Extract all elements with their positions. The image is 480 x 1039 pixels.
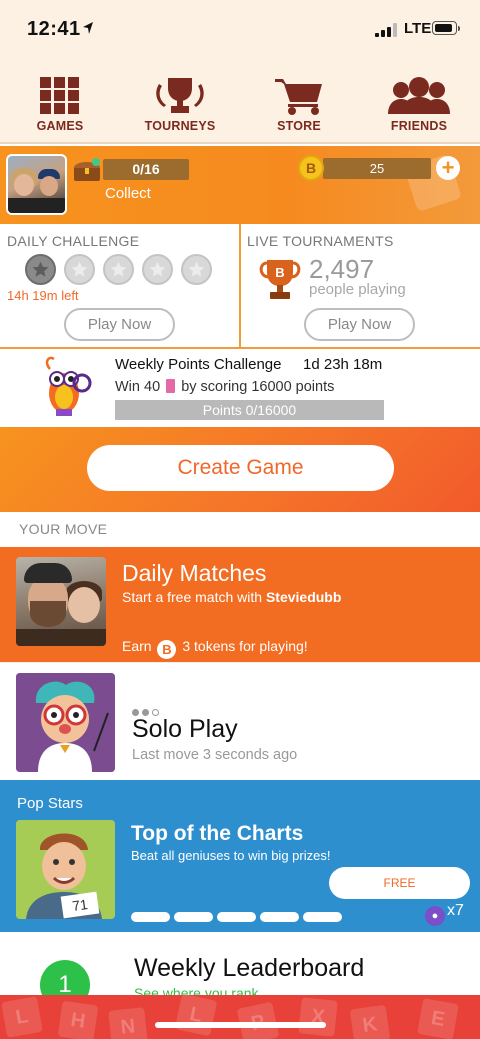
token-count: 25 bbox=[323, 158, 431, 179]
nav-friends[interactable]: FRIENDS bbox=[369, 76, 469, 138]
nav-games[interactable]: GAMES bbox=[10, 76, 110, 138]
treasure-chest-icon[interactable] bbox=[72, 158, 102, 182]
daily-challenge-time-left: 14h 19m left bbox=[7, 288, 79, 303]
token-icon: B bbox=[157, 640, 177, 659]
owl-mascot-icon bbox=[45, 356, 92, 416]
collect-button[interactable]: Collect bbox=[105, 185, 151, 202]
create-game-band: Create Game bbox=[0, 427, 480, 512]
challenge-star-icon bbox=[103, 254, 134, 285]
weekly-points-description: Win 40 by scoring 16000 points bbox=[115, 379, 334, 395]
challenge-star-icon bbox=[181, 254, 212, 285]
top-nav: GAMES TOURNEYS STORE FRIENDS bbox=[0, 62, 480, 144]
network-type: LTE bbox=[404, 20, 432, 37]
your-move-header: YOUR MOVE bbox=[19, 521, 108, 537]
svg-text:B: B bbox=[275, 265, 284, 280]
status-bar: 12:41 LTE bbox=[0, 0, 480, 62]
challenge-star-icon bbox=[25, 254, 56, 285]
pop-stars-section-label: Pop Stars bbox=[17, 795, 83, 812]
weekly-points-condition: by scoring 16000 points bbox=[181, 379, 335, 395]
ticket-icon bbox=[166, 379, 176, 393]
nav-label: FRIENDS bbox=[390, 119, 448, 133]
battery-icon bbox=[432, 21, 460, 35]
nav-label: TOURNEYS bbox=[144, 119, 216, 133]
lightbulb-icon: ● bbox=[425, 906, 445, 926]
friends-icon bbox=[388, 77, 450, 114]
hints-value: x7 bbox=[447, 902, 464, 919]
buy-tokens-button[interactable]: + bbox=[436, 156, 460, 180]
earn-label: Earn bbox=[122, 638, 152, 654]
pop-stars-free-button[interactable]: FREE bbox=[329, 867, 470, 899]
profile-bar: 0/16 Collect 25 B + bbox=[0, 146, 480, 224]
cart-icon bbox=[275, 79, 322, 115]
nav-tourneys[interactable]: TOURNEYS bbox=[130, 76, 230, 138]
pop-star-character-icon: 71 bbox=[16, 820, 115, 919]
status-time: 12:41 bbox=[27, 18, 81, 40]
pop-stars-progress bbox=[131, 909, 346, 927]
daily-challenge-stars bbox=[25, 254, 215, 286]
nav-label: GAMES bbox=[36, 119, 84, 133]
solo-play-card[interactable]: Solo Play Last move 3 seconds ago bbox=[0, 662, 480, 780]
nav-store[interactable]: STORE bbox=[249, 76, 349, 138]
weekly-points-progress: Points 0/16000 bbox=[115, 400, 384, 420]
location-arrow-icon bbox=[83, 22, 93, 34]
pop-stars-card[interactable]: Pop Stars 71 Top of the Charts Beat all … bbox=[0, 780, 480, 932]
grid-icon bbox=[40, 77, 79, 114]
daily-matches-prompt: Start a free match with bbox=[122, 589, 266, 605]
daily-matches-reward: Earn B 3 tokens for playing! bbox=[122, 638, 308, 659]
solo-play-title: Solo Play bbox=[132, 715, 238, 743]
token-coin-icon: B bbox=[298, 155, 324, 181]
friend-username: Steviedubb bbox=[265, 589, 342, 605]
challenge-panels: DAILY CHALLENGE 14h 19m left Play Now LI… bbox=[0, 224, 480, 349]
live-tournaments-title: LIVE TOURNAMENTS bbox=[247, 233, 394, 249]
signal-icon bbox=[375, 23, 401, 37]
pop-stars-title: Top of the Charts bbox=[131, 822, 304, 845]
bottom-tile-decoration: L H N L P X K E bbox=[0, 995, 480, 1039]
avatar[interactable] bbox=[6, 154, 67, 215]
pop-stars-subtitle: Beat all geniuses to win big prizes! bbox=[131, 848, 331, 863]
daily-challenge-play-button[interactable]: Play Now bbox=[64, 308, 175, 341]
hints-count: ● x7 bbox=[425, 902, 464, 926]
scientist-character-icon bbox=[16, 673, 115, 772]
leaderboard-title: Weekly Leaderboard bbox=[134, 954, 365, 982]
daily-matches-subtitle: Start a free match with Steviedubb bbox=[122, 589, 341, 605]
challenge-star-icon bbox=[64, 254, 95, 285]
weekly-points-prize: Win 40 bbox=[115, 379, 161, 395]
home-indicator[interactable] bbox=[155, 1022, 326, 1028]
daily-matches-title: Daily Matches bbox=[122, 560, 267, 586]
b-trophy-icon: B bbox=[259, 260, 301, 299]
live-tournaments-play-button[interactable]: Play Now bbox=[304, 308, 415, 341]
nav-label: STORE bbox=[277, 119, 321, 133]
panel-divider bbox=[239, 224, 241, 349]
weekly-points-title: Weekly Points Challenge bbox=[115, 356, 282, 373]
weekly-leaderboard-card[interactable]: 1 Weekly Leaderboard See where you rank bbox=[0, 932, 480, 1010]
daily-challenge-title: DAILY CHALLENGE bbox=[7, 233, 140, 249]
create-game-button[interactable]: Create Game bbox=[87, 445, 394, 491]
trophy-icon bbox=[156, 78, 204, 113]
card-number: 71 bbox=[71, 896, 89, 914]
challenge-star-icon bbox=[142, 254, 173, 285]
friend-photo bbox=[16, 557, 106, 646]
earn-amount: 3 tokens for playing! bbox=[182, 638, 308, 654]
daily-matches-card[interactable]: Daily Matches Start a free match with St… bbox=[0, 547, 480, 662]
tournament-player-label: people playing bbox=[309, 281, 406, 298]
solo-play-last-move: Last move 3 seconds ago bbox=[132, 747, 298, 763]
weekly-points-challenge[interactable]: Weekly Points Challenge 1d 23h 18m Win 4… bbox=[0, 349, 480, 427]
chest-progress: 0/16 bbox=[103, 159, 189, 180]
weekly-points-time: 1d 23h 18m bbox=[303, 356, 383, 373]
